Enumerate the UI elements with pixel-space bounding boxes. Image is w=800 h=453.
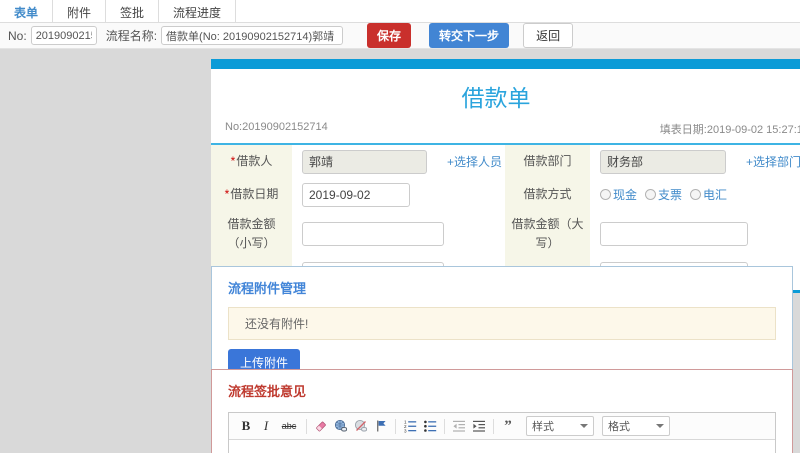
loan-form-panel: 借款单 No:20190902152714 填表日期:2019-09-02 15… bbox=[211, 59, 800, 293]
toolbar-separator bbox=[493, 418, 494, 434]
payment-method-radio-cash[interactable]: 现金 bbox=[600, 186, 637, 203]
payment-method-field: 现金 支票 电汇 bbox=[590, 178, 800, 211]
link-button[interactable] bbox=[332, 417, 350, 435]
italic-button[interactable]: I bbox=[257, 417, 275, 435]
bulleted-list-icon bbox=[424, 420, 437, 432]
borrow-date-label: * 借款日期 bbox=[211, 178, 292, 211]
style-dropdown[interactable]: 样式 bbox=[526, 416, 594, 436]
style-dropdown-label: 样式 bbox=[532, 421, 554, 433]
amount-upper-field bbox=[590, 211, 800, 257]
tab-form[interactable]: 表单 bbox=[0, 0, 54, 22]
flow-name-label: 流程名称: bbox=[105, 29, 158, 43]
form-no-text: No:20190902152714 bbox=[225, 121, 328, 133]
no-label: No: bbox=[8, 28, 27, 43]
department-label-text: 借款部门 bbox=[523, 154, 572, 168]
chevron-down-icon bbox=[580, 424, 588, 428]
radio-label: 电汇 bbox=[703, 188, 728, 202]
form-title: 借款单 bbox=[461, 85, 531, 111]
numbered-list-icon: 1 2 3 bbox=[404, 420, 417, 433]
amount-lower-input[interactable] bbox=[302, 222, 444, 246]
remove-format-button[interactable] bbox=[312, 417, 330, 435]
payment-method-label: 借款方式 bbox=[505, 178, 590, 211]
radio-label: 现金 bbox=[613, 188, 638, 202]
blockquote-button[interactable]: ” bbox=[499, 417, 517, 435]
flow-name-input[interactable] bbox=[161, 26, 344, 45]
amount-lower-field bbox=[292, 211, 505, 257]
chevron-down-icon bbox=[656, 424, 664, 428]
select-department-link[interactable]: +选择部门 bbox=[746, 153, 800, 170]
strikethrough-button[interactable]: abc bbox=[277, 417, 301, 435]
amount-upper-label: 借款金额（大写） bbox=[505, 211, 590, 257]
tab-sign[interactable]: 签批 bbox=[106, 0, 160, 22]
amount-upper-label-text: 借款金额（大写） bbox=[511, 217, 584, 250]
tab-progress[interactable]: 流程进度 bbox=[159, 0, 237, 22]
tab-bar: 表单 附件 签批 流程进度 bbox=[0, 0, 800, 23]
unlink-button[interactable] bbox=[352, 417, 370, 435]
approval-panel: 流程签批意见 B I abc 1 2 3 ” 样式 格式 bbox=[211, 369, 793, 453]
svg-text:3: 3 bbox=[404, 428, 407, 433]
editor-content[interactable] bbox=[229, 440, 775, 453]
tab-attachments[interactable]: 附件 bbox=[53, 0, 107, 22]
attachments-title: 流程附件管理 bbox=[228, 281, 307, 296]
borrower-label-text: 借款人 bbox=[236, 154, 273, 168]
bold-button[interactable]: B bbox=[237, 417, 255, 435]
department-field: +选择部门 bbox=[590, 145, 800, 178]
toolbar-separator bbox=[444, 418, 445, 434]
department-input[interactable] bbox=[600, 149, 726, 174]
indent-button[interactable] bbox=[470, 417, 488, 435]
radio-icon[interactable] bbox=[690, 189, 702, 200]
no-input[interactable] bbox=[30, 26, 97, 45]
select-person-link[interactable]: +选择人员 bbox=[447, 153, 502, 170]
amount-upper-input[interactable] bbox=[600, 222, 748, 246]
borrow-date-field bbox=[292, 178, 505, 211]
bulleted-list-button[interactable] bbox=[421, 417, 439, 435]
command-bar: No: 流程名称: 保存 转交下一步 返回 bbox=[0, 23, 800, 49]
amount-lower-label: 借款金额（小写） bbox=[211, 211, 292, 257]
numbered-list-button[interactable]: 1 2 3 bbox=[401, 417, 419, 435]
borrower-input[interactable] bbox=[302, 149, 427, 174]
required-mark: * bbox=[230, 154, 236, 168]
radio-label: 支票 bbox=[658, 188, 683, 202]
save-button[interactable]: 保存 bbox=[367, 23, 412, 48]
anchor-flag-button[interactable] bbox=[372, 417, 390, 435]
eraser-icon bbox=[316, 421, 326, 432]
required-mark: * bbox=[224, 187, 230, 201]
form-date-text: 填表日期:2019-09-02 15:27:14 bbox=[659, 124, 800, 136]
approval-title: 流程签批意见 bbox=[228, 384, 307, 399]
format-dropdown[interactable]: 格式 bbox=[602, 416, 670, 436]
department-label: 借款部门 bbox=[505, 145, 590, 178]
unlink-icon bbox=[354, 419, 368, 432]
format-dropdown-label: 格式 bbox=[608, 421, 630, 433]
back-button[interactable]: 返回 bbox=[523, 23, 574, 48]
flag-icon bbox=[377, 420, 386, 432]
indent-icon bbox=[473, 420, 485, 432]
content-area: 借款单 No:20190902152714 填表日期:2019-09-02 15… bbox=[0, 49, 800, 453]
no-attachments-message: 还没有附件! bbox=[228, 307, 776, 340]
form-top-bar bbox=[211, 59, 800, 69]
radio-icon[interactable] bbox=[645, 189, 657, 200]
toolbar-separator bbox=[306, 418, 307, 434]
amount-lower-label-text: 借款金额（小写） bbox=[227, 217, 276, 250]
payment-method-label-text: 借款方式 bbox=[523, 187, 572, 201]
outdent-icon bbox=[453, 420, 465, 432]
payment-method-radio-wire[interactable]: 电汇 bbox=[690, 186, 727, 203]
payment-method-radio-cheque[interactable]: 支票 bbox=[645, 186, 682, 203]
borrower-field: +选择人员 bbox=[292, 145, 505, 178]
outdent-button[interactable] bbox=[450, 417, 468, 435]
form-meta-row: No:20190902152714 填表日期:2019-09-02 15:27:… bbox=[211, 119, 800, 143]
rich-text-editor: B I abc 1 2 3 ” 样式 格式 bbox=[228, 412, 776, 453]
borrower-label: * 借款人 bbox=[211, 145, 292, 178]
editor-toolbar: B I abc 1 2 3 ” 样式 格式 bbox=[229, 413, 775, 440]
link-icon bbox=[334, 419, 348, 432]
borrow-date-input[interactable] bbox=[302, 182, 410, 207]
radio-icon[interactable] bbox=[600, 189, 611, 200]
forward-next-step-button[interactable]: 转交下一步 bbox=[429, 23, 510, 48]
toolbar-separator bbox=[395, 418, 396, 434]
borrow-date-label-text: 借款日期 bbox=[230, 187, 279, 201]
